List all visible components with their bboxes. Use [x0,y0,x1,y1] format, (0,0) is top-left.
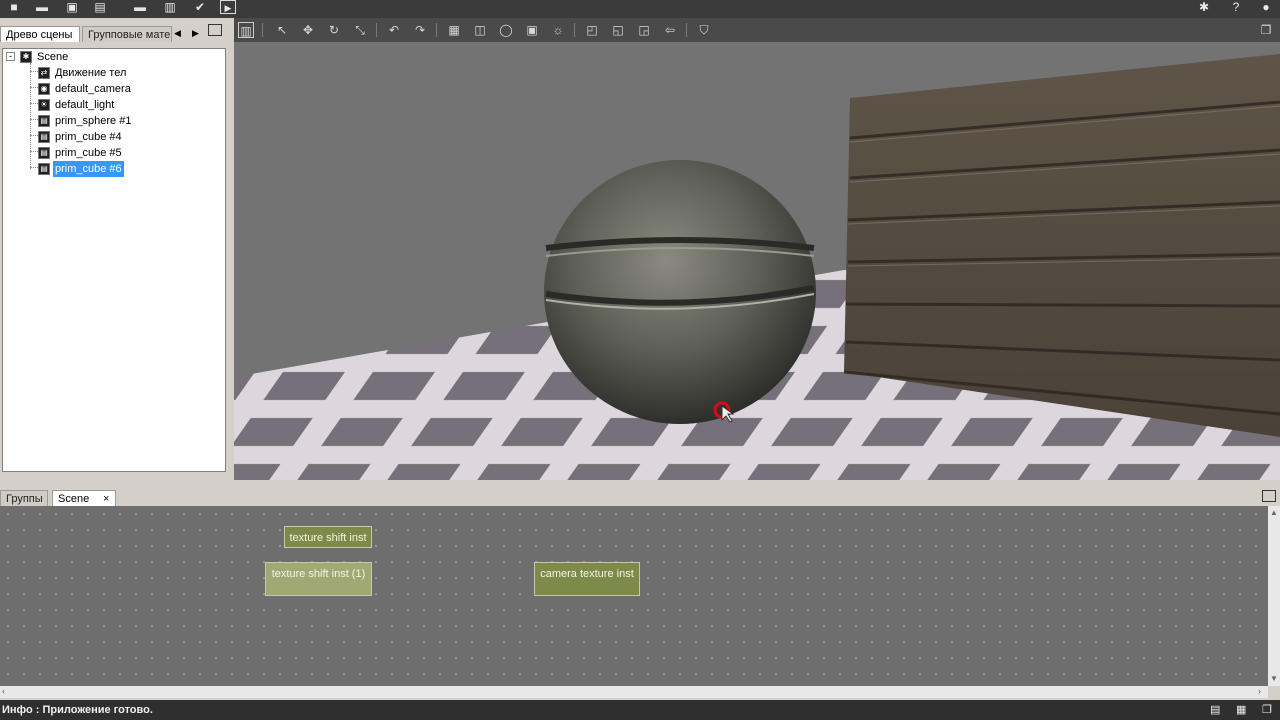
camera-icon: ◉ [38,83,50,95]
undo-icon[interactable]: ↶ [386,22,402,38]
toolbar-separator [262,23,263,37]
shield-icon[interactable]: ⛉ [696,22,712,38]
tree-root-label: Scene [37,51,69,63]
tree-item[interactable]: ▤ prim_cube #4 [3,129,223,145]
tab-label: Группы [6,493,43,505]
sphere-icon[interactable]: ◯ [498,22,514,38]
toolbar-separator [574,23,575,37]
check-icon[interactable]: ✔ [192,0,208,14]
main-toolbar: ■ ▬ ▣ ▤ ▬ ▥ ✔ ▶ ✱ ? ● [0,0,1280,18]
horizontal-scrollbar[interactable]: ‹ › [0,686,1268,698]
tree-item-label: default_light [55,99,115,111]
node-label: texture shift inst (1) [271,568,366,580]
tree-item-label: Движение тел [55,67,127,79]
user-icon[interactable]: ● [1258,0,1274,14]
panel-maximize-icon[interactable] [1262,490,1276,502]
graph-node-camera-texture[interactable]: camera texture inst [534,562,640,596]
view-back-icon[interactable]: ⇦ [662,22,678,38]
toolbar-separator [376,23,377,37]
play-icon[interactable]: ▶ [220,0,236,14]
tab-label: Scene [58,493,90,505]
tab-label: Групповые мате [88,29,171,41]
tree-item-label: prim_cube #5 [55,147,122,159]
camera-view-icon[interactable]: ▣ [524,22,540,38]
graph-node-texture-shift[interactable]: texture shift inst [284,526,372,548]
select-arrow-icon[interactable]: ↖ [274,22,290,38]
tab-scroll-right-icon[interactable]: ▶ [192,28,199,39]
status-icon-2[interactable]: ▦ [1236,700,1246,720]
node-graph-canvas[interactable]: texture shift inst texture shift inst (1… [0,506,1268,686]
status-icon-1[interactable]: ▤ [1210,700,1220,720]
help-icon[interactable]: ? [1228,0,1244,14]
light-icon: ☀ [38,99,50,111]
close-tab-icon[interactable]: × [103,491,109,506]
tab-scene-tree[interactable]: Древо сцены [0,26,80,42]
3d-viewport[interactable] [234,42,1280,480]
tree-item-label: prim_sphere #1 [55,115,132,127]
mesh-icon: ▤ [38,131,50,143]
view-front-icon[interactable]: ◰ [584,22,600,38]
scale-icon[interactable]: ⤡ [352,22,368,38]
viewport-mode-icon[interactable]: ▥ [238,22,254,38]
tree-item[interactable]: ◉ default_camera [3,81,223,97]
move-icon[interactable]: ✥ [300,22,316,38]
tree-item-selected[interactable]: ▤ prim_cube #6 [3,160,223,178]
scene-tree-panel: Древо сцены Групповые мате ◀ ▶ - ✱ Scene… [0,18,232,480]
tree-item[interactable]: ▤ prim_cube #5 [3,145,223,161]
save-all-icon[interactable]: ▤ [92,0,108,14]
view-side-icon[interactable]: ◱ [610,22,626,38]
tab-groups[interactable]: Группы [0,490,48,506]
tree-item[interactable]: ⇄ Движение тел [3,65,223,81]
scene-tree: - ✱ Scene ⇄ Движение тел ◉ default_camer… [2,48,226,472]
tree-item-label: prim_cube #6 [52,160,125,178]
tab-scroll-left-icon[interactable]: ◀ [174,28,181,39]
scroll-right-icon[interactable]: › [1258,686,1261,696]
status-icon-3[interactable]: ❐ [1262,700,1272,720]
tree-item-label: prim_cube #4 [55,131,122,143]
mesh-icon: ▤ [38,115,50,127]
tree-root[interactable]: - ✱ Scene [3,49,223,65]
new-file-icon[interactable]: ■ [6,0,22,14]
graph-node-texture-shift-1[interactable]: texture shift inst (1) [265,562,372,596]
mesh-icon: ▤ [38,163,50,175]
tree-item-label: default_camera [55,83,131,95]
tree-item[interactable]: ☀ default_light [3,97,223,113]
3d-scene-render [234,54,1280,480]
node-label: texture shift inst [289,532,367,544]
toolbar-separator [436,23,437,37]
viewport-maximize-icon[interactable]: ❐ [1258,22,1274,38]
tree-item[interactable]: ▤ prim_sphere #1 [3,113,223,129]
scroll-down-icon[interactable]: ▼ [1270,674,1278,683]
stats-icon[interactable]: ▥ [162,0,178,14]
motion-icon: ⇄ [38,67,50,79]
scroll-left-icon[interactable]: ‹ [2,686,5,696]
settings-icon[interactable]: ✱ [1196,0,1212,14]
view-top-icon[interactable]: ◲ [636,22,652,38]
vertical-scrollbar[interactable]: ▲ ▼ [1268,506,1280,686]
scroll-up-icon[interactable]: ▲ [1270,508,1278,517]
open-folder-icon[interactable]: ▬ [34,0,50,14]
save-icon[interactable]: ▣ [64,0,80,14]
viewport-toolbar: ▥ ↖ ✥ ↻ ⤡ ↶ ↷ ▦ ◫ ◯ ▣ ☼ ◰ ◱ ◲ ⇦ ⛉ ❐ [234,18,1280,42]
status-bar: Инфо : Приложение готово. ▤ ▦ ❐ [0,700,1280,720]
scene-icon: ✱ [20,51,32,63]
tab-scene[interactable]: Scene × [52,490,116,506]
toolbar-separator [686,23,687,37]
redo-icon[interactable]: ↷ [412,22,428,38]
cube-icon[interactable]: ◫ [472,22,488,38]
node-label: camera texture inst [540,568,634,580]
rotate-icon[interactable]: ↻ [326,22,342,38]
panel-maximize-icon[interactable] [208,24,222,36]
tab-label: Древо сцены [6,29,73,41]
mesh-icon: ▤ [38,147,50,159]
bottom-panel-tabs: Группы Scene × [0,488,1280,506]
status-text: Инфо : Приложение готово. [2,704,153,716]
import-icon[interactable]: ▬ [132,0,148,14]
light-toggle-icon[interactable]: ☼ [550,22,566,38]
tab-group-materials[interactable]: Групповые мате [82,26,172,42]
grid-floor-icon[interactable]: ▦ [446,22,462,38]
collapse-icon[interactable]: - [6,52,15,61]
